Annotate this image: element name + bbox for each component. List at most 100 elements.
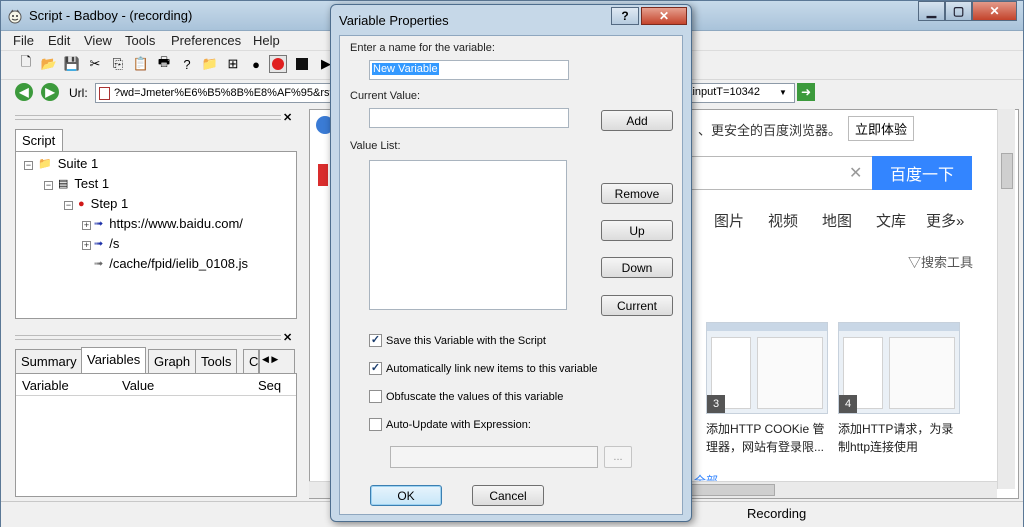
auto-link-checkbox[interactable]: ✓: [369, 362, 382, 375]
tree-node-request[interactable]: ➟ https://www.baidu.com/: [94, 216, 243, 231]
stop-icon[interactable]: [293, 55, 311, 73]
close-panel-icon[interactable]: ✕: [283, 111, 292, 124]
auto-link-checkbox-row[interactable]: ✓ Automatically link new items to this v…: [369, 362, 598, 375]
column-seq[interactable]: Seq: [258, 378, 281, 393]
result-caption[interactable]: 添加HTTP COOKie 管理器，网站有登录限...: [706, 420, 830, 456]
menu-tools[interactable]: Tools: [125, 33, 155, 48]
nav-video[interactable]: 视频: [768, 210, 798, 231]
nav-images[interactable]: 图片: [714, 210, 744, 231]
current-button[interactable]: Current: [601, 295, 673, 316]
search-button[interactable]: 百度一下: [872, 156, 972, 190]
help-button[interactable]: ?: [611, 7, 639, 25]
tree-node-suite[interactable]: 📁 Suite 1: [38, 156, 98, 171]
obfuscate-checkbox-row[interactable]: Obfuscate the values of this variable: [369, 390, 563, 403]
up-button[interactable]: Up: [601, 220, 673, 241]
tree-collapse-toggle[interactable]: −: [44, 181, 53, 190]
expression-field[interactable]: [390, 446, 598, 468]
search-input[interactable]: ✕: [690, 156, 872, 190]
remove-button[interactable]: Remove: [601, 183, 673, 204]
result-thumbnail[interactable]: 4: [838, 322, 960, 414]
menu-edit[interactable]: Edit: [48, 33, 70, 48]
add-test-icon[interactable]: ⊞: [224, 55, 242, 73]
banner-text: 、更安全的百度浏览器。: [698, 123, 842, 138]
tab-more[interactable]: C: [243, 349, 259, 373]
down-button[interactable]: Down: [601, 257, 673, 278]
tree-expand-toggle[interactable]: +: [82, 241, 91, 250]
banner-button[interactable]: 立即体验: [848, 116, 915, 141]
badboy-app-icon: [8, 9, 22, 24]
dialog-close-button[interactable]: ✕: [641, 7, 687, 25]
variable-name-field[interactable]: New Variable: [369, 60, 569, 80]
tree-expand-toggle[interactable]: +: [82, 221, 91, 230]
save-variable-checkbox[interactable]: ✓: [369, 334, 382, 347]
tree-node-test[interactable]: ▤ Test 1: [58, 176, 109, 191]
search-tools-link[interactable]: ▽搜索工具: [908, 252, 973, 271]
auto-update-checkbox[interactable]: [369, 418, 382, 431]
tree-node-step[interactable]: ● Step 1: [78, 196, 128, 211]
panel-grip[interactable]: [15, 115, 281, 120]
result-caption[interactable]: 添加HTTP请求，为录制http连接使用: [838, 420, 962, 456]
search-tools-label: 搜索工具: [921, 255, 974, 270]
record-icon[interactable]: [269, 55, 287, 73]
value-list[interactable]: [369, 160, 567, 310]
expression-browse-button[interactable]: ...: [604, 446, 632, 468]
close-panel-icon[interactable]: ✕: [283, 331, 292, 344]
menu-help[interactable]: Help: [253, 33, 280, 48]
open-folder-icon[interactable]: 📂: [40, 55, 58, 73]
add-step-icon[interactable]: ●: [247, 55, 265, 73]
tab-graph[interactable]: Graph: [148, 349, 197, 373]
help-icon[interactable]: ?: [178, 55, 196, 73]
cancel-button[interactable]: Cancel: [472, 485, 544, 506]
tab-variables[interactable]: Variables: [81, 347, 147, 373]
new-file-icon[interactable]: 🗋: [17, 54, 35, 73]
minimize-button[interactable]: ▁: [918, 1, 945, 21]
forward-icon[interactable]: ▶: [41, 83, 59, 101]
nav-library[interactable]: 文库: [876, 210, 906, 231]
cut-icon[interactable]: ✂: [86, 55, 104, 73]
clear-icon[interactable]: ✕: [849, 163, 862, 183]
test-icon: ▤: [58, 178, 69, 190]
save-variable-checkbox-row[interactable]: ✓ Save this Variable with the Script: [369, 334, 546, 347]
maximize-button[interactable]: ▢: [945, 1, 972, 21]
paste-icon[interactable]: 📋: [132, 55, 150, 73]
result-thumbnail[interactable]: 3: [706, 322, 828, 414]
ok-button[interactable]: OK: [370, 485, 442, 506]
tab-tools[interactable]: Tools: [195, 349, 238, 373]
chevron-down-icon[interactable]: ▼: [779, 88, 787, 97]
close-button[interactable]: ✕: [972, 1, 1017, 21]
tree-node-label: /cache/fpid/ielib_0108.js: [109, 256, 248, 271]
tree-collapse-toggle[interactable]: −: [24, 161, 33, 170]
auto-update-checkbox-row[interactable]: Auto-Update with Expression:: [369, 418, 531, 431]
back-icon[interactable]: ◀: [15, 83, 33, 101]
tab-scroll-arrows[interactable]: ◀ ▶: [259, 349, 295, 373]
column-value[interactable]: Value: [122, 378, 154, 393]
auto-update-label: Auto-Update with Expression:: [386, 418, 531, 431]
nav-more[interactable]: 更多»: [926, 210, 964, 231]
current-value-field[interactable]: [369, 108, 569, 128]
tree-collapse-toggle[interactable]: −: [64, 201, 73, 210]
go-arrow-icon[interactable]: ➜: [797, 83, 815, 101]
add-button[interactable]: Add: [601, 110, 673, 131]
variable-properties-dialog: Variable Properties ? ✕ Enter a name for…: [330, 4, 692, 522]
menu-preferences[interactable]: Preferences: [171, 33, 241, 48]
nav-map[interactable]: 地图: [822, 210, 852, 231]
tab-script[interactable]: Script: [15, 129, 63, 151]
baidu-logo-fragment: [318, 164, 328, 186]
tab-summary[interactable]: Summary: [15, 349, 83, 373]
window-title: Script - Badboy - (recording): [29, 8, 193, 23]
print-icon[interactable]: 🖶: [155, 54, 173, 73]
scrollbar-thumb[interactable]: [1001, 153, 1013, 189]
vertical-scrollbar[interactable]: [997, 109, 1015, 489]
obfuscate-checkbox[interactable]: [369, 390, 382, 403]
column-variable[interactable]: Variable: [22, 378, 69, 393]
add-suite-icon[interactable]: 📁: [201, 55, 219, 73]
menu-view[interactable]: View: [84, 33, 112, 48]
copy-icon[interactable]: ⎘: [109, 55, 127, 73]
tree-node-request[interactable]: ➟ /s: [94, 236, 119, 251]
scrollbar-thumb[interactable]: [689, 484, 775, 496]
save-icon[interactable]: 💾: [63, 55, 81, 73]
menu-file[interactable]: File: [13, 33, 34, 48]
value-list-label: Value List:: [350, 140, 401, 152]
panel-grip[interactable]: [15, 335, 281, 340]
tree-node-request[interactable]: ➟ /cache/fpid/ielib_0108.js: [94, 256, 248, 271]
